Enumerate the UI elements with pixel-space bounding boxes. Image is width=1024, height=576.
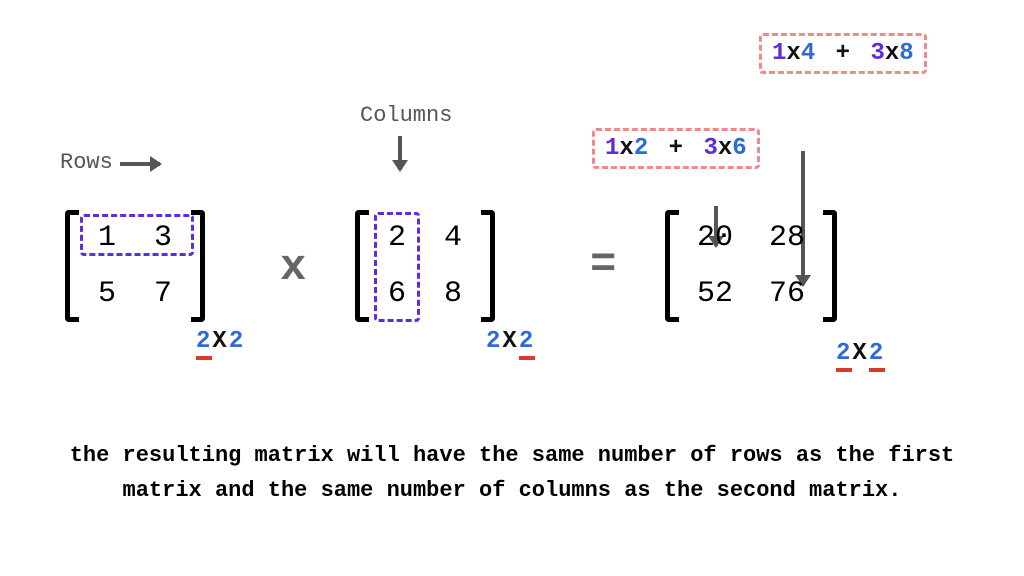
matrix-cell: 7 <box>135 266 191 322</box>
caption-line: matrix and the same number of columns as… <box>60 473 964 508</box>
matrix-cell: 4 <box>425 210 481 266</box>
dims-b: 2X2 <box>486 328 535 360</box>
equals-op: = <box>590 240 616 290</box>
matrix-cell: 76 <box>751 266 823 322</box>
matrix-cell: 28 <box>751 210 823 266</box>
calc-box-1: 1x2 + 3x6 <box>592 128 760 169</box>
dims-a: 2X2 <box>196 328 245 360</box>
caption: the resulting matrix will have the same … <box>0 438 1024 508</box>
rows-label: Rows <box>60 150 113 175</box>
dims-c: 2X2 <box>836 340 885 372</box>
columns-arrow <box>398 136 402 170</box>
calc-box-2: 1x4 + 3x8 <box>759 33 927 74</box>
rows-arrow <box>120 162 160 166</box>
matrix-cell: 8 <box>425 266 481 322</box>
row-highlight <box>80 214 194 256</box>
matrix-cell: 52 <box>679 266 751 322</box>
times-op: x <box>280 243 306 293</box>
matrix-c: 20 28 52 76 <box>665 210 837 322</box>
col-highlight <box>374 212 420 322</box>
columns-label: Columns <box>360 103 452 128</box>
matrix-cell: 20 <box>679 210 751 266</box>
matrix-cell: 5 <box>79 266 135 322</box>
caption-line: the resulting matrix will have the same … <box>60 438 964 473</box>
